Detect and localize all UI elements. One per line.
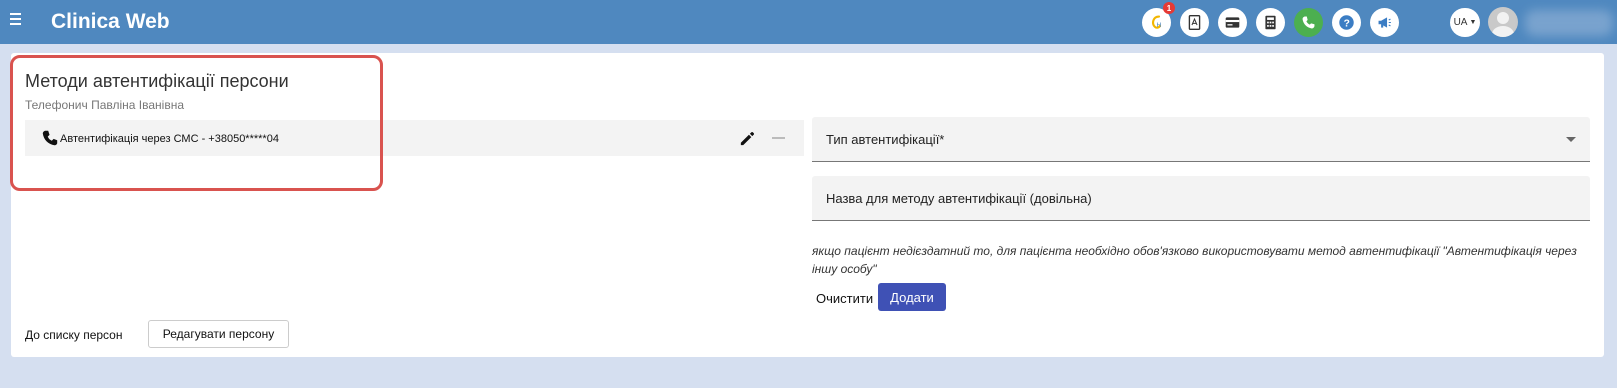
language-select[interactable]: UA ▼ (1450, 8, 1480, 37)
edit-icon[interactable] (738, 129, 757, 148)
logo-h-icon[interactable]: H 1 (1142, 2, 1175, 37)
hint-text: якщо пацієнт недієздатний то, для пацієн… (812, 244, 1577, 276)
add-button[interactable]: Додати (878, 283, 946, 311)
user-name-blurred[interactable] (1525, 10, 1613, 36)
back-to-list-link[interactable]: До списку персон (25, 328, 122, 342)
help-icon[interactable]: ? (1332, 8, 1361, 37)
auth-type-select[interactable]: Тип автентифікації* (812, 117, 1590, 162)
calculator-icon[interactable] (1256, 8, 1285, 37)
auth-type-label: Тип автентифікації* (826, 132, 945, 147)
method-name-field[interactable]: Назва для методу автентифікації (довільн… (812, 176, 1590, 221)
chevron-down-icon: ▼ (1469, 19, 1477, 26)
page-title: Методи автентифікації персони (25, 71, 289, 91)
svg-text:?: ? (1344, 18, 1350, 29)
pdf-icon[interactable] (1180, 8, 1209, 37)
dropdown-arrow-icon (1566, 137, 1576, 142)
language-label: UA (1453, 17, 1468, 28)
svg-text:H: H (1157, 22, 1162, 29)
phone-icon[interactable] (1294, 8, 1323, 37)
edit-person-button[interactable]: Редагувати персону (148, 320, 289, 348)
megaphone-icon[interactable] (1370, 8, 1399, 37)
menu-icon[interactable] (10, 13, 22, 25)
phone-icon (42, 130, 58, 146)
avatar[interactable] (1488, 7, 1518, 37)
method-label: Автентифікація через СМС - +38050*****04 (60, 133, 279, 145)
top-bar: Clinica Web H 1 ? UA ▼ (0, 0, 1617, 44)
person-name: Телефонич Павліна Іванівна (25, 98, 184, 112)
list-item: Автентифікація через СМС - +38050*****04 (25, 120, 804, 156)
app-title[interactable]: Clinica Web (51, 10, 170, 34)
notification-badge: 1 (1163, 2, 1175, 14)
method-name-label: Назва для методу автентифікації (довільн… (826, 191, 1092, 206)
remove-icon[interactable] (772, 137, 785, 139)
card-icon[interactable] (1218, 8, 1247, 37)
clear-button[interactable]: Очистити (816, 291, 873, 306)
